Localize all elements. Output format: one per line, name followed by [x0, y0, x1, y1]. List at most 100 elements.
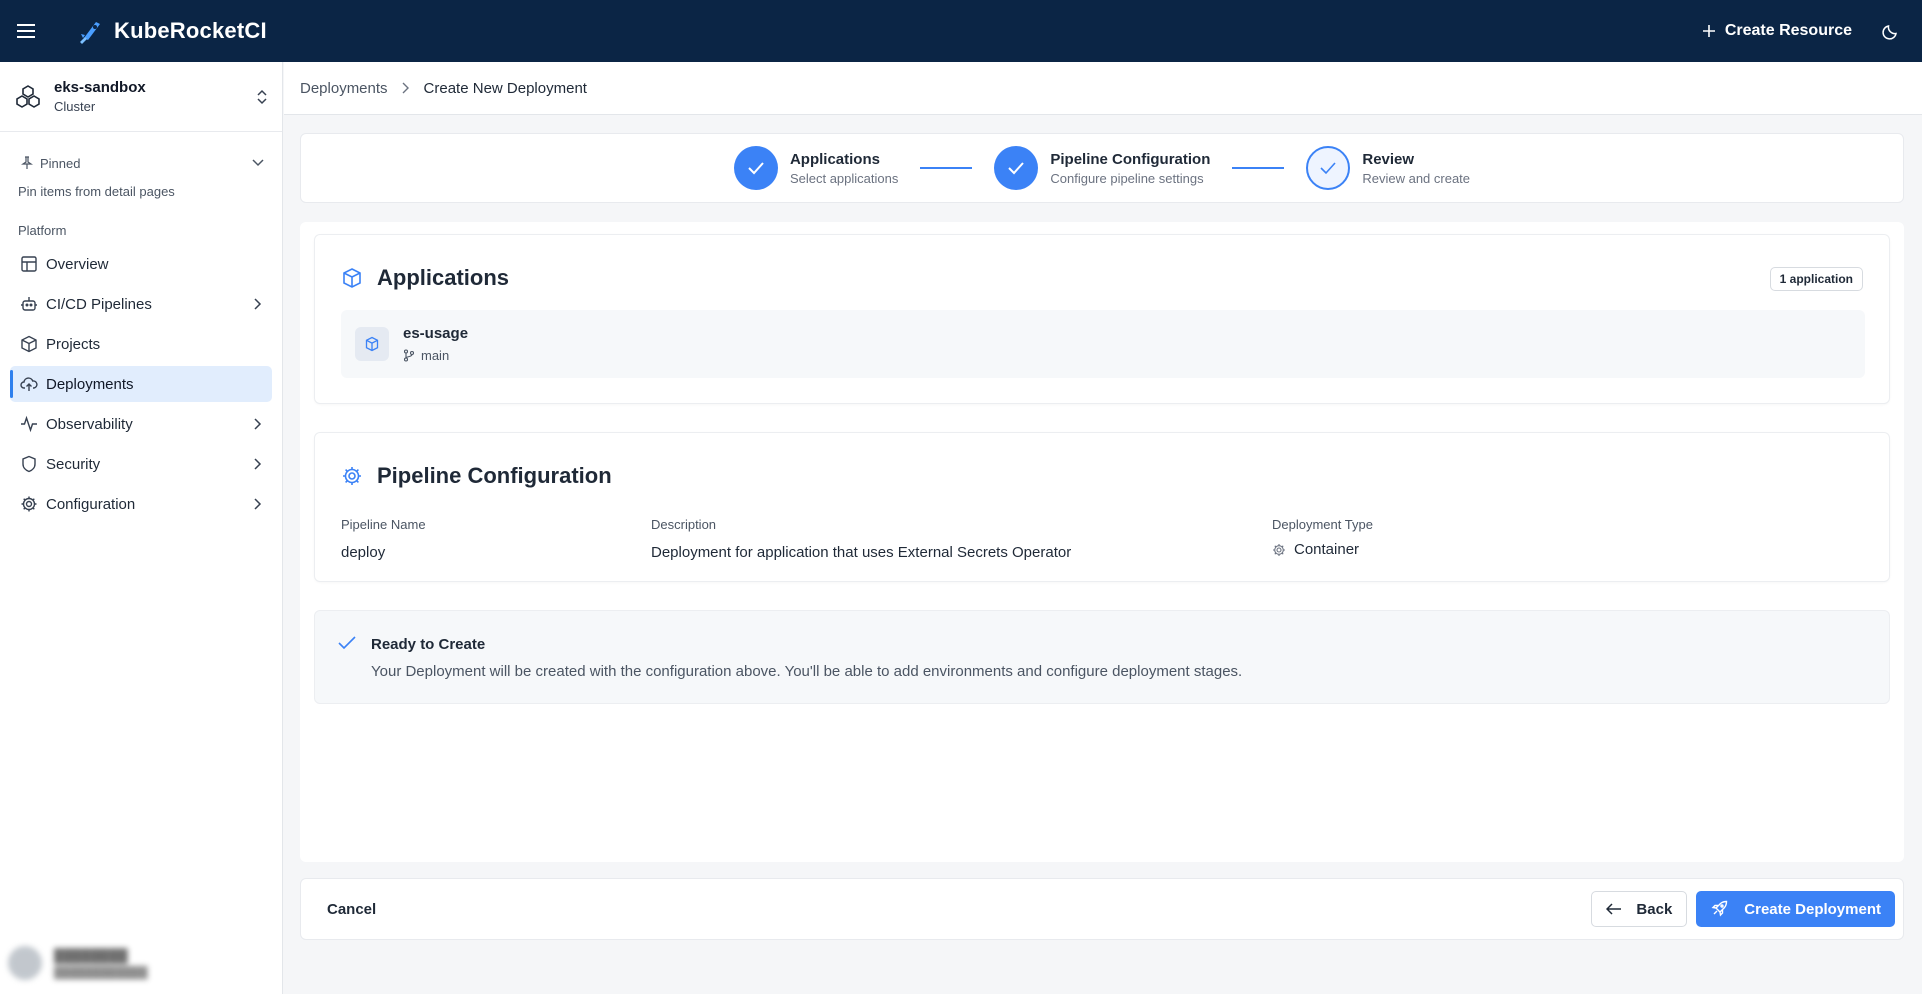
create-resource-button[interactable]: Create Resource [1702, 22, 1852, 40]
user-profile[interactable]: ████████ ████████████ [8, 942, 274, 984]
plus-icon [1702, 25, 1715, 37]
deployment-type-value: Container [1294, 541, 1360, 558]
cloud-upload-icon [20, 377, 38, 391]
create-deployment-label: Create Deployment [1744, 900, 1881, 918]
hamburger-icon [17, 24, 35, 38]
deployment-type-field: Deployment Type Container [1272, 517, 1373, 558]
chevron-right-icon [254, 298, 262, 310]
field-label: Pipeline Name [341, 517, 426, 532]
sidebar: eks-sandbox Cluster Pinned Pin items fro… [0, 62, 283, 994]
application-branch: main [421, 348, 450, 363]
application-name: es-usage [403, 325, 469, 342]
box-icon [343, 268, 361, 288]
sidebar-item-label: Observability [46, 415, 133, 433]
box-icon [365, 336, 379, 352]
sidebar-item-label: Projects [46, 335, 101, 353]
application-icon-box [355, 327, 389, 361]
step-subtitle: Configure pipeline settings [1050, 170, 1204, 186]
theme-toggle-button[interactable] [1882, 22, 1900, 40]
sidebar-item-deployments[interactable]: Deployments [10, 366, 272, 402]
check-icon [1320, 162, 1336, 175]
step-current-indicator [1306, 146, 1351, 190]
hamburger-menu-button[interactable] [0, 0, 54, 62]
pipeline-configuration-section: Pipeline Configuration Pipeline Name dep… [314, 432, 1890, 582]
git-branch-icon [403, 349, 415, 362]
gear-icon [21, 496, 37, 512]
breadcrumb: Deployments Create New Deployment [284, 62, 1922, 115]
cluster-icon [16, 84, 40, 108]
user-name-blurred: ████████ [54, 947, 128, 963]
activity-icon [21, 415, 37, 433]
chevron-down-icon [252, 159, 264, 167]
sidebar-item-security[interactable]: Security [10, 446, 272, 482]
step-complete-indicator [994, 146, 1039, 190]
check-icon [338, 636, 356, 650]
step-title: Applications [789, 150, 880, 168]
field-label: Description [651, 517, 717, 532]
sidebar-item-observability[interactable]: Observability [10, 406, 272, 442]
cluster-switcher[interactable]: eks-sandbox Cluster [0, 62, 282, 132]
step-subtitle: Review and create [1362, 170, 1471, 186]
sidebar-item-projects[interactable]: Projects [10, 326, 272, 362]
breadcrumb-current: Create New Deployment [423, 79, 587, 97]
chevron-right-icon [254, 458, 262, 470]
description-field: Description Deployment for application t… [651, 517, 1071, 561]
field-label: Deployment Type [1272, 517, 1373, 532]
check-icon [748, 162, 764, 175]
layout-icon [21, 256, 37, 272]
shield-icon [22, 455, 36, 473]
chevron-right-icon [254, 498, 262, 510]
create-resource-label: Create Resource [1724, 22, 1852, 39]
step-applications[interactable]: Applications Select applications [733, 146, 899, 190]
create-deployment-button[interactable]: Create Deployment [1696, 891, 1895, 927]
sidebar-item-cicd-pipelines[interactable]: CI/CD Pipelines [10, 286, 272, 322]
application-item[interactable]: es-usage main [341, 310, 1865, 378]
arrow-left-icon [1606, 903, 1622, 915]
step-connector [1232, 167, 1285, 169]
ready-to-create-notice: Ready to Create Your Deployment will be … [314, 610, 1890, 704]
cluster-type: Cluster [54, 99, 96, 114]
chevron-right-icon [254, 418, 262, 430]
pinned-label: Pinned [40, 155, 81, 171]
step-subtitle: Select applications [789, 170, 899, 186]
pipeline-configuration-title: Pipeline Configuration [377, 463, 612, 488]
user-email-blurred: ████████████ [54, 966, 148, 979]
step-pipeline-configuration[interactable]: Pipeline Configuration Configure pipelin… [994, 146, 1210, 190]
brand[interactable]: KubeRocketCI [76, 16, 267, 46]
sidebar-item-label: Configuration [46, 495, 136, 513]
pipeline-name-value: deploy [341, 544, 386, 561]
rocket-icon [1711, 900, 1728, 917]
pinned-toggle[interactable]: Pinned [20, 152, 264, 174]
gear-icon [1273, 543, 1285, 556]
pin-icon [21, 156, 33, 169]
sidebar-item-configuration[interactable]: Configuration [10, 486, 272, 522]
step-review[interactable]: Review Review and create [1306, 146, 1470, 190]
check-icon [1008, 162, 1025, 175]
step-title: Review [1362, 150, 1415, 168]
pipeline-name-field: Pipeline Name deploy [341, 517, 426, 561]
sidebar-item-label: Security [46, 455, 101, 473]
back-button[interactable]: Back [1591, 891, 1688, 927]
step-connector [920, 167, 973, 169]
ready-title: Ready to Create [371, 636, 486, 653]
sidebar-item-label: Deployments [46, 375, 134, 393]
cancel-button[interactable]: Cancel [327, 901, 376, 918]
chevron-right-icon [402, 82, 409, 94]
review-panel: Applications 1 application es-usage main… [300, 222, 1904, 862]
description-value: Deployment for application that uses Ext… [651, 544, 1072, 561]
step-title: Pipeline Configuration [1050, 150, 1211, 168]
moon-icon [1882, 25, 1897, 40]
box-icon [21, 335, 37, 353]
step-complete-indicator [733, 146, 778, 190]
nav-section-label: Platform [18, 223, 67, 238]
stepper: Applications Select applications Pipelin… [300, 133, 1904, 203]
application-count-badge: 1 application [1769, 267, 1863, 291]
pinned-hint: Pin items from detail pages [18, 184, 175, 199]
top-app-bar: KubeRocketCI Create Resource [0, 0, 1922, 62]
applications-title: Applications [377, 265, 510, 290]
bot-icon [21, 297, 37, 311]
breadcrumb-separator [402, 82, 410, 94]
breadcrumb-deployments-link[interactable]: Deployments [300, 80, 388, 97]
sidebar-item-overview[interactable]: Overview [10, 246, 272, 282]
brand-name: KubeRocketCI [114, 18, 267, 43]
